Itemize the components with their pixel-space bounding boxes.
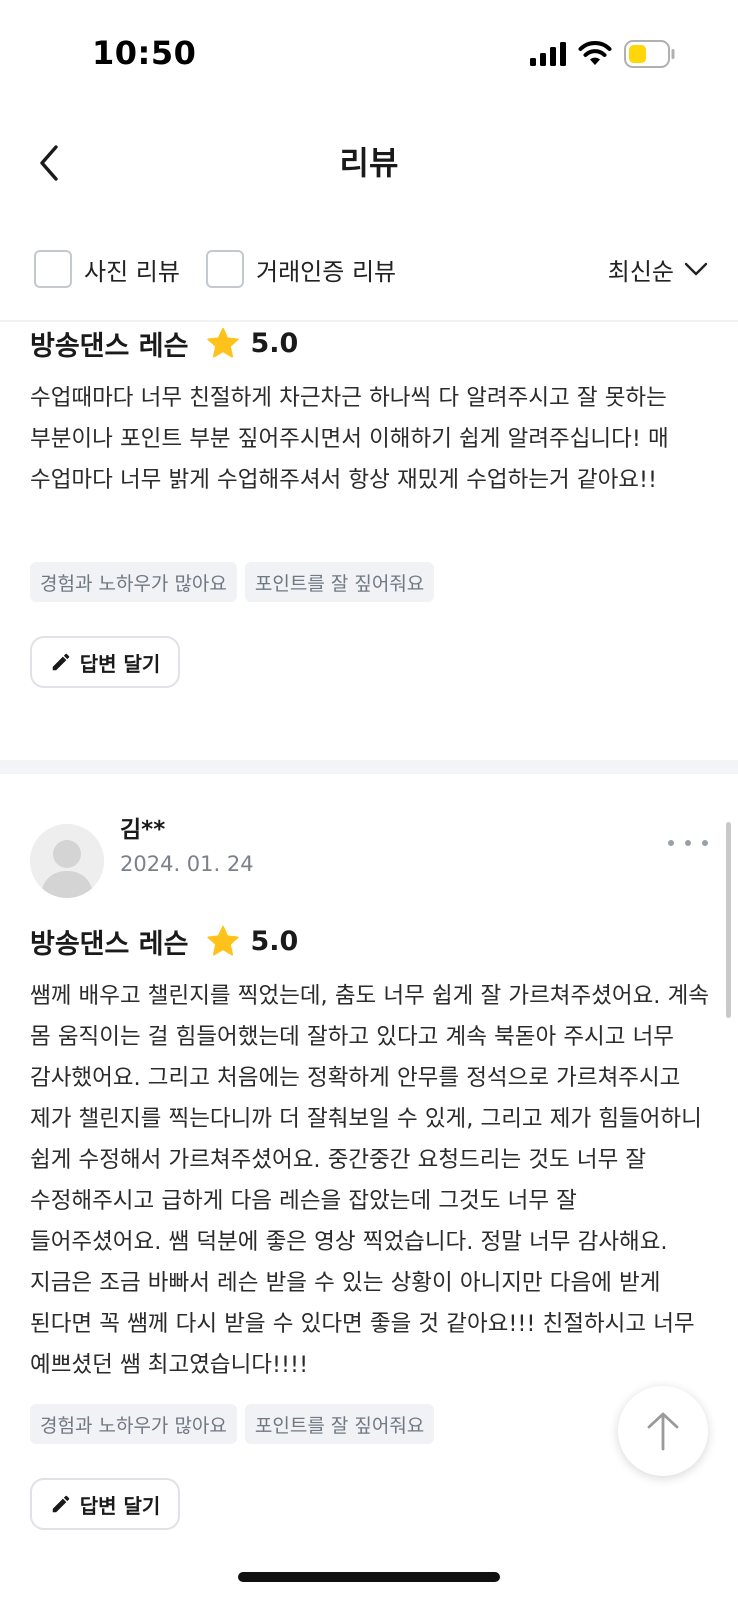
review-text: 수업때마다 너무 친절하게 차근차근 하나씩 다 알려주시고 잘 못하는 부분이… [30,385,669,493]
sort-label: 최신순 [607,257,674,286]
review-tag: 경험과 노하우가 많아요 [30,1404,237,1444]
pencil-icon [52,653,69,671]
rating-value: 5.0 [250,926,299,957]
more-icon [668,840,674,846]
signal-icon [530,42,566,66]
review-card: 방송댄스 레슨 5.0 수업때마다 너무 친절하게 차근차근 하나씩 다 알려주… [0,322,738,760]
photo-review-label: 사진 리뷰 [84,257,180,286]
rating-value: 5.0 [250,328,299,359]
scroll-to-top-button[interactable] [618,1386,708,1476]
status-bar: 10:50 [0,0,738,100]
star-icon [207,925,240,955]
review-card: 김** 2024. 01. 24 방송댄스 레슨 5.0 쌤께 배우고 챌린지를… [0,774,738,1600]
reply-button[interactable]: 답변 달기 [30,636,180,688]
reply-button[interactable]: 답변 달기 [30,1478,180,1530]
more-options-button[interactable] [668,828,708,858]
reply-label: 답변 달기 [79,651,161,676]
review-tag: 포인트를 잘 짚어줘요 [244,1404,435,1444]
checkbox-box[interactable] [206,250,244,288]
product-name: 방송댄스 레슨 [30,929,189,960]
review-tag: 경험과 노하우가 많아요 [30,562,237,602]
scrollbar[interactable] [726,822,731,1018]
battery-icon [624,40,675,68]
product-rating-row: 방송댄스 레슨 5.0 [30,922,298,961]
review-screen: 10:50 리뷰 사진 리뷰 거래인증 리뷰 최신순 방송댄스 레슨 5.0 수… [0,0,738,1600]
wifi-icon [578,41,612,65]
more-icon [685,840,691,846]
pencil-icon [52,1495,69,1513]
header: 리뷰 [0,120,738,206]
review-text: 쌤께 배우고 챌린지를 찍었는데, 춤도 너무 쉽게 잘 가르쳐주셨어요. 계속… [30,983,709,1378]
reviewer-name: 김** [120,817,166,843]
chevron-down-icon [684,262,708,276]
photo-review-checkbox[interactable]: 사진 리뷰 [34,248,180,290]
review-tags: 경험과 노하우가 많아요 포인트를 잘 짚어줘요 [30,562,442,602]
section-divider [0,760,738,774]
avatar [30,824,104,898]
page-title: 리뷰 [339,144,399,182]
more-icon [702,840,708,846]
review-tag: 포인트를 잘 짚어줘요 [244,562,435,602]
sort-dropdown[interactable]: 최신순 [608,248,708,290]
verified-review-label: 거래인증 리뷰 [256,257,397,286]
avatar-placeholder [30,824,104,898]
status-time: 10:50 [92,34,197,72]
product-rating-row: 방송댄스 레슨 5.0 [30,324,298,363]
reply-label: 답변 달기 [79,1493,161,1518]
review-tags: 경험과 노하우가 많아요 포인트를 잘 짚어줘요 [30,1404,442,1444]
star-icon [207,327,240,357]
verified-review-checkbox[interactable]: 거래인증 리뷰 [206,248,396,290]
home-indicator [238,1572,500,1582]
product-name: 방송댄스 레슨 [30,331,189,362]
review-date: 2024. 01. 24 [120,852,254,876]
arrow-up-icon [647,1412,679,1451]
filter-bar: 사진 리뷰 거래인증 리뷰 최신순 [0,226,738,322]
checkbox-box[interactable] [34,250,72,288]
